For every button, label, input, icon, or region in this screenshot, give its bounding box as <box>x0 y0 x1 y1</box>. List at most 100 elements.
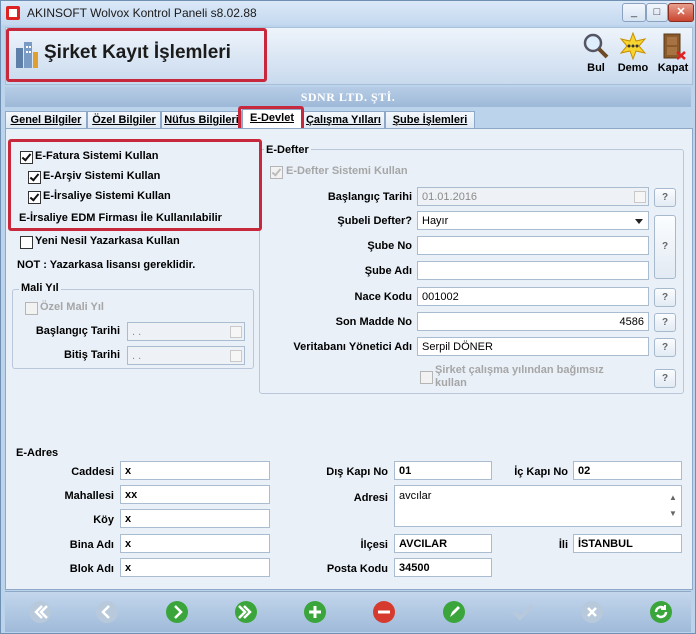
help-button[interactable]: ? <box>654 313 676 332</box>
help-button[interactable]: ? <box>654 338 676 357</box>
son-madde-field[interactable]: 4586 <box>417 312 649 331</box>
help-button[interactable]: ? <box>654 369 676 388</box>
yonetici-label: Veritabanı Yönetici Adı <box>293 341 412 353</box>
previous-record-icon <box>96 601 118 623</box>
close-module-button-label: Kapat <box>657 62 689 74</box>
nace-kodu-field[interactable]: 001002 <box>417 287 649 306</box>
cancel-record-icon <box>581 601 603 623</box>
last-record-button[interactable] <box>234 600 258 624</box>
help-button[interactable]: ? <box>654 188 676 207</box>
koy-label: Köy <box>93 514 114 526</box>
find-button[interactable]: Bul <box>576 30 616 80</box>
refresh-icon <box>650 601 672 623</box>
minimize-button[interactable]: _ <box>622 3 646 22</box>
help-button[interactable]: ? <box>654 288 676 307</box>
application-window: AKINSOFT Wolvox Kontrol Paneli s8.02.88 … <box>0 0 696 634</box>
adresi-label: Adresi <box>353 492 388 504</box>
blok-adi-field[interactable]: x <box>120 558 270 577</box>
yazarkasa-note: NOT : Yazarkasa lisansı gereklidir. <box>17 259 196 271</box>
bagimsiz-checkbox[interactable] <box>420 371 433 384</box>
sube-help-button[interactable]: ? <box>654 215 676 279</box>
blok-adi-label: Blok Adı <box>69 563 114 575</box>
ili-field[interactable]: İSTANBUL <box>573 534 682 553</box>
tab-genel-bilgiler[interactable]: Genel Bilgiler <box>5 111 87 129</box>
delete-record-button[interactable] <box>372 600 396 624</box>
delete-record-icon <box>373 601 395 623</box>
e-defter-group: E-Defter E-Defter Sistemi Kullan Başlang… <box>259 144 684 394</box>
maximize-button[interactable]: □ <box>646 3 668 22</box>
sube-adi-field[interactable] <box>417 261 649 280</box>
e-defter-checkbox[interactable] <box>270 166 283 179</box>
chevron-down-icon: ▼ <box>669 509 677 518</box>
save-record-button[interactable] <box>511 600 535 624</box>
refresh-button[interactable] <box>649 600 673 624</box>
save-record-icon <box>512 604 534 621</box>
e-fatura-highlight-box <box>8 139 262 231</box>
e-defter-title: E-Defter <box>264 144 311 156</box>
tab-nufus-bilgileri[interactable]: Nüfus Bilgileri <box>161 111 242 129</box>
mali-yil-group: Mali Yıl Özel Mali Yıl Başlangıç Tarihi … <box>12 282 254 369</box>
yeni-nesil-checkbox[interactable] <box>20 236 33 249</box>
calendar-icon[interactable] <box>230 350 242 362</box>
mali-bitis-field[interactable]: . . <box>127 346 245 365</box>
tab-ozel-bilgiler[interactable]: Özel Bilgiler <box>87 111 161 129</box>
bagimsiz-label: Şirket çalışma yılından bağımsız kullan <box>435 364 604 389</box>
e-adres-title: E-Adres <box>16 447 59 459</box>
caddesi-label: Caddesi <box>71 466 114 478</box>
bina-adi-field[interactable]: x <box>120 534 270 553</box>
textarea-scrollbar[interactable]: ▲ ▼ <box>666 487 680 525</box>
sube-adi-label: Şube Adı <box>364 265 412 277</box>
posta-kodu-field[interactable]: 34500 <box>394 558 492 577</box>
caddesi-field[interactable]: x <box>120 461 270 480</box>
calendar-icon[interactable] <box>634 191 646 203</box>
edefter-baslangic-field[interactable]: 01.01.2016 <box>417 187 649 206</box>
previous-record-button[interactable] <box>95 600 119 624</box>
close-window-button[interactable]: ✕ <box>668 3 694 22</box>
title-bar: AKINSOFT Wolvox Kontrol Paneli s8.02.88 … <box>1 1 695 25</box>
ic-kapi-label: İç Kapı No <box>514 466 568 478</box>
dis-kapi-label: Dış Kapı No <box>326 466 388 478</box>
first-record-button[interactable] <box>28 600 52 624</box>
yonetici-field[interactable]: Serpil DÖNER <box>417 337 649 356</box>
edit-record-button[interactable] <box>442 600 466 624</box>
subeli-defter-value: Hayır <box>422 215 449 227</box>
nace-kodu-label: Nace Kodu <box>354 291 412 303</box>
sube-no-field[interactable] <box>417 236 649 255</box>
mali-baslangic-label: Başlangıç Tarihi <box>35 325 120 337</box>
demo-button-label: Demo <box>617 62 649 74</box>
dis-kapi-field[interactable]: 01 <box>394 461 492 480</box>
next-record-icon <box>166 601 188 623</box>
demo-button[interactable]: Demo <box>613 30 653 80</box>
app-logo-icon <box>6 6 20 20</box>
e-defter-kullan-label: E-Defter Sistemi Kullan <box>286 165 408 177</box>
company-name-bar: SDNR LTD. ŞTİ. <box>5 87 691 107</box>
son-madde-label: Son Madde No <box>335 316 412 328</box>
tab-calisma-yillari[interactable]: Çalışma Yılları <box>302 111 385 129</box>
find-button-label: Bul <box>587 62 605 74</box>
chevron-down-icon <box>635 219 643 224</box>
next-record-button[interactable] <box>165 600 189 624</box>
posta-kodu-label: Posta Kodu <box>326 563 388 575</box>
ozel-mali-yil-checkbox[interactable] <box>25 302 38 315</box>
adresi-textarea[interactable]: avcılar ▲ ▼ <box>394 485 682 527</box>
ilcesi-label: İlçesi <box>360 539 388 551</box>
yeni-nesil-label: Yeni Nesil Yazarkasa Kullan <box>35 235 180 247</box>
cancel-record-button[interactable] <box>580 600 604 624</box>
add-record-button[interactable] <box>303 600 327 624</box>
chevron-up-icon: ▲ <box>669 493 677 502</box>
tab-sube-islemleri[interactable]: Şube İşlemleri <box>385 111 475 129</box>
bina-adi-label: Bina Adı <box>69 539 114 551</box>
add-record-icon <box>304 601 326 623</box>
mahallesi-label: Mahallesi <box>64 490 114 502</box>
mali-yil-title: Mali Yıl <box>19 282 61 294</box>
mali-baslangic-field[interactable]: . . <box>127 322 245 341</box>
ic-kapi-field[interactable]: 02 <box>573 461 682 480</box>
ilcesi-field[interactable]: AVCILAR <box>394 534 492 553</box>
koy-field[interactable]: x <box>120 509 270 528</box>
door-exit-icon <box>663 33 686 60</box>
close-module-button[interactable]: Kapat <box>653 30 693 80</box>
calendar-icon[interactable] <box>230 326 242 338</box>
mahallesi-field[interactable]: xx <box>120 485 270 504</box>
mali-bitis-label: Bitiş Tarihi <box>63 349 120 361</box>
subeli-defter-select[interactable]: Hayır <box>417 211 649 230</box>
